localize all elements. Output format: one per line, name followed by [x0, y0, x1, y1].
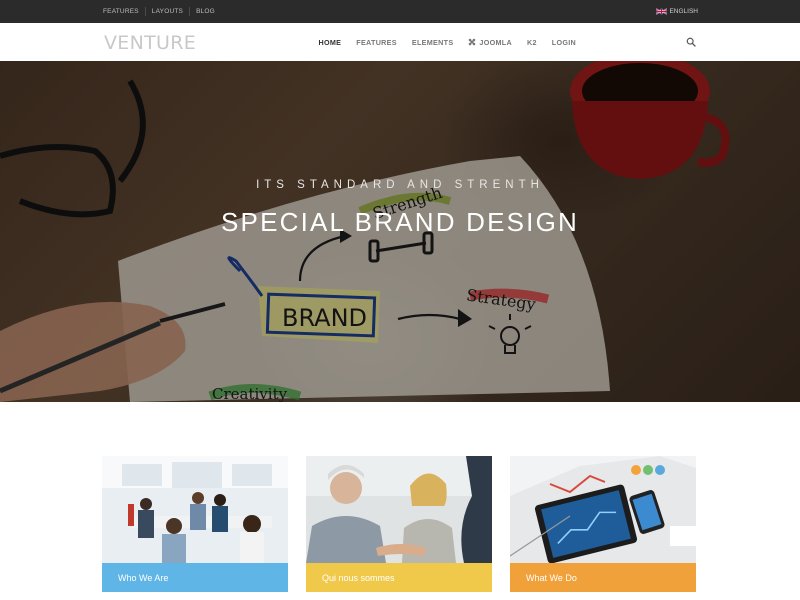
nav-item-features[interactable]: FEATURES [349, 38, 405, 47]
card-what-we-do[interactable]: What We Do [510, 456, 696, 592]
site-logo[interactable]: VENTURE [104, 32, 196, 54]
nav-item-login[interactable]: LOGIN [544, 38, 583, 47]
top-link-layouts[interactable]: LAYOUTS [144, 7, 189, 16]
top-bar: FEATURES LAYOUTS BLOG ENGLISH [0, 0, 800, 23]
nav-item-joomla[interactable]: JOOMLA [461, 38, 520, 47]
card-team-meeting-image [102, 456, 288, 563]
card-tablet-chart-image [510, 456, 696, 563]
nav-item-joomla-label: JOOMLA [479, 37, 512, 47]
card-label-bar: What We Do [510, 563, 696, 592]
main-nav: HOME FEATURES ELEMENTS JOOMLA K2 LOGIN [311, 23, 584, 61]
nav-item-home[interactable]: HOME [311, 38, 349, 47]
main-header: VENTURE HOME FEATURES ELEMENTS JOOMLA K2… [0, 23, 800, 61]
card-label-bar: Who We Are [102, 563, 288, 592]
hero-banner: BRAND Strength Strategy Creativity ITS S… [0, 61, 800, 402]
joomla-icon [469, 38, 476, 46]
nav-item-k2[interactable]: K2 [519, 38, 544, 47]
top-link-blog[interactable]: BLOG [189, 7, 221, 16]
language-selector[interactable]: ENGLISH [656, 0, 698, 23]
search-icon[interactable] [686, 37, 696, 47]
hero-eyebrow: ITS STANDARD AND STRENTH [256, 179, 544, 191]
feature-cards: Who We Are Qui nous sommes What We Do [102, 456, 698, 592]
card-who-we-are[interactable]: Who We Are [102, 456, 288, 592]
uk-flag-icon [656, 8, 668, 15]
card-qui-nous-sommes[interactable]: Qui nous sommes [306, 456, 492, 592]
hero-title: SPECIAL BRAND DESIGN [220, 207, 579, 237]
nav-item-elements[interactable]: ELEMENTS [404, 38, 461, 47]
language-label: ENGLISH [669, 8, 698, 15]
top-link-features[interactable]: FEATURES [103, 7, 145, 16]
card-handshake-image [306, 456, 492, 563]
top-links: FEATURES LAYOUTS BLOG [103, 0, 221, 23]
card-label-bar: Qui nous sommes [306, 563, 492, 592]
